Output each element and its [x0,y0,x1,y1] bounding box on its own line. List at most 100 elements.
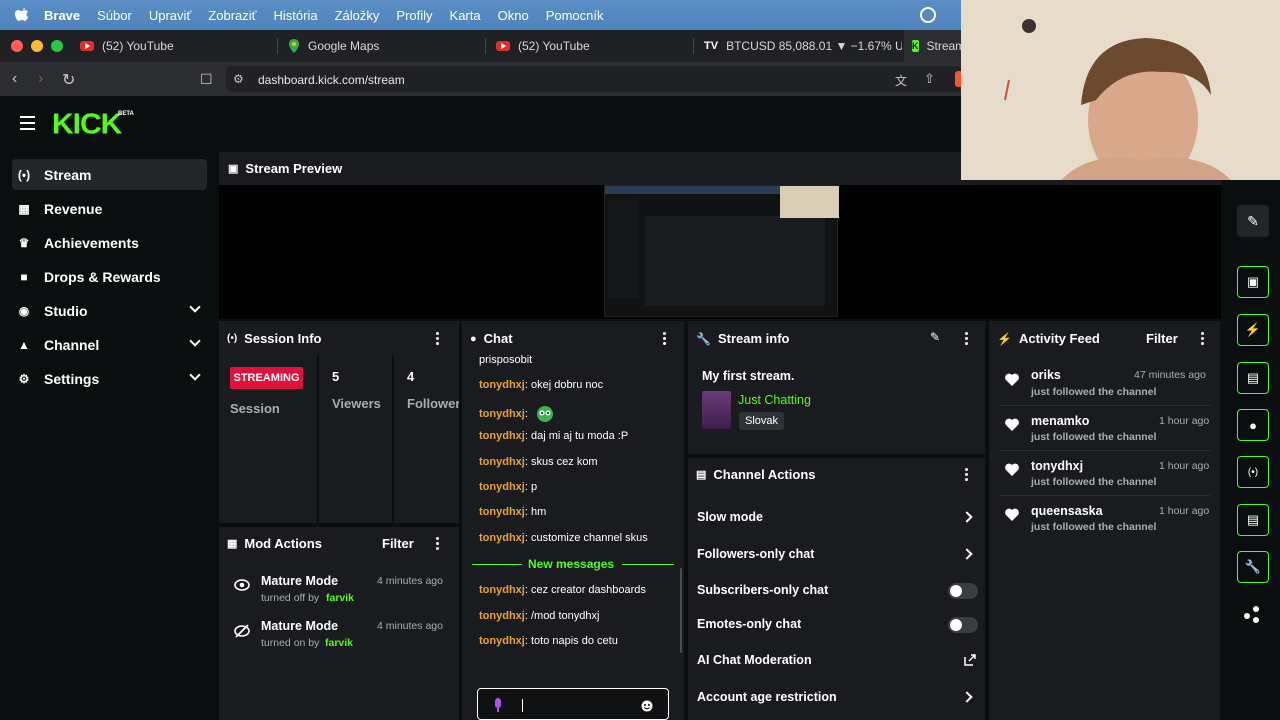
activity-username[interactable]: oriks [1031,368,1061,382]
activity-toggle-button[interactable]: ⚡ [1237,314,1269,346]
chat-username[interactable]: tonydhxj [479,584,525,596]
action-label: Slow mode [697,510,763,524]
chat-input[interactable] [477,688,669,720]
emotes-only-chat-row: Emotes-only chat [697,617,979,631]
activity-username[interactable]: queensaska [1031,504,1103,518]
hamburger-menu-icon[interactable] [20,116,35,134]
category-link[interactable]: Just Chatting [738,393,811,407]
account-age-restriction-row[interactable]: Account age restriction [697,690,979,704]
sidebar-item-revenue[interactable]: ▦ Revenue [12,193,207,224]
menu-file[interactable]: Súbor [97,8,132,23]
sidebar-item-studio[interactable]: ◉ Studio [12,295,207,326]
subscribers-only-toggle[interactable] [948,583,978,599]
edit-layout-pencil-icon[interactable]: ✎ [1237,205,1269,237]
tab-google-maps[interactable]: Google Maps [280,30,486,62]
text-cursor [522,699,523,712]
chat-username[interactable]: tonydhxj [479,610,525,622]
chat-username[interactable]: tonydhxj [479,456,525,468]
window-zoom-button[interactable] [51,40,63,52]
chat-toggle-button[interactable]: ● [1237,409,1269,441]
stream-info-toggle-button[interactable]: 🔧 [1237,551,1269,583]
menu-help[interactable]: Pomocník [546,8,604,23]
chat-username[interactable]: tonydhxj [479,532,525,544]
action-label: Emotes-only chat [697,617,802,631]
menu-tab[interactable]: Karta [450,8,481,23]
activity-filter-button[interactable]: Filter [1146,331,1178,346]
share-icon[interactable]: ⇧ [924,71,935,87]
activity-username[interactable]: menamko [1031,414,1089,428]
tab-kick-stream[interactable]: K Stream [904,30,962,62]
sidebar-item-achievements[interactable]: ♛ Achievements [12,227,207,258]
microphone-icon[interactable] [493,698,503,712]
tab-tradingview[interactable]: TV BTCUSD 85,088.01 ▼ −1.67% Unn [696,30,902,62]
preview-toggle-button[interactable]: ▣ [1237,266,1269,298]
chat-username[interactable]: tonydhxj [479,635,525,647]
slow-mode-row[interactable]: Slow mode [697,510,979,524]
menu-window[interactable]: Okno [498,8,529,23]
sidebar-item-label: Drops & Rewards [44,268,161,285]
back-icon[interactable]: ‹ [12,70,17,88]
window-minimize-button[interactable] [31,40,43,52]
chat-message: tonydhxj: cez creator dashboards [479,584,646,596]
sidebar-item-channel[interactable]: ▲ Channel [12,329,207,360]
url-text[interactable]: dashboard.kick.com/stream [258,73,405,87]
menu-view[interactable]: Zobraziť [208,8,256,23]
new-messages-label[interactable]: New messages [528,557,614,571]
preview-video-sidebar [608,198,638,298]
menu-history[interactable]: História [274,8,318,23]
followers-only-chat-row[interactable]: Followers-only chat [697,547,979,561]
sidebar-item-settings[interactable]: ⚙ Settings [12,363,207,394]
tab-youtube-2[interactable]: (52) YouTube [488,30,694,62]
forward-icon[interactable]: › [38,70,43,88]
chat-username[interactable]: tonydhxj [479,379,525,391]
menu-bookmarks[interactable]: Záložky [335,8,380,23]
sidebar-item-drops-rewards[interactable]: ■ Drops & Rewards [12,261,207,292]
edit-pencil-icon[interactable]: ✎ [930,330,940,344]
channel-actions-menu-icon[interactable] [965,468,968,483]
divider [392,355,394,523]
chat-menu-icon[interactable] [663,332,666,347]
sidebar-item-stream[interactable]: (•) Stream [12,159,207,190]
chat-username[interactable]: tonydhxj [479,506,525,518]
mod-actions-filter-button[interactable]: Filter [382,536,414,551]
kick-logo[interactable]: KICK [52,109,122,141]
sidebar-item-label: Channel [44,336,100,353]
mod-actions-toggle-button[interactable]: ▤ [1237,362,1269,394]
menu-app-name[interactable]: Brave [44,8,80,23]
activity-username[interactable]: tonydhxj [1031,459,1083,473]
mod-action-user[interactable]: farvik [326,592,354,604]
chat-scrollbar[interactable] [680,568,682,653]
activity-menu-icon[interactable] [1201,332,1204,347]
ai-chat-moderation-row[interactable]: AI Chat Moderation [697,653,979,667]
chat-username[interactable]: tonydhxj [479,408,525,420]
menu-profiles[interactable]: Profily [396,8,432,23]
category-thumbnail[interactable] [702,391,731,429]
window-close-button[interactable] [11,40,23,52]
chat-text: skus cez kom [530,456,598,468]
emoji-picker-icon[interactable] [641,700,653,712]
tab-youtube-1[interactable]: (52) YouTube [72,30,278,62]
chevron-down-icon[interactable] [189,335,201,347]
stream-preview-video[interactable] [604,185,839,317]
chat-username[interactable]: tonydhxj [479,481,525,493]
channel-actions-toggle-button[interactable]: ▤ [1237,504,1269,536]
session-info-menu-icon[interactable] [436,332,439,347]
chevron-down-icon[interactable] [189,369,201,381]
bookmark-icon[interactable]: ☐ [200,71,213,88]
chat-username[interactable]: tonydhxj [479,430,525,442]
session-info-panel [219,321,459,523]
session-toggle-button[interactable]: (•) [1237,456,1269,488]
site-settings-icon[interactable]: ⚙ [233,72,244,86]
translate-icon[interactable]: 文 [895,72,907,89]
chevron-down-icon[interactable] [189,301,201,313]
mod-actions-menu-icon[interactable] [436,537,439,552]
reload-icon[interactable]: ↻ [62,70,75,90]
apple-logo-icon[interactable] [14,7,30,23]
stream-info-menu-icon[interactable] [965,332,968,347]
mod-action-user[interactable]: farvik [325,637,353,649]
add-widget-icon[interactable] [1244,606,1262,624]
tray-status-icon[interactable] [920,7,936,23]
menu-edit[interactable]: Upraviť [149,8,191,23]
emotes-only-toggle[interactable] [948,617,978,633]
external-link-icon[interactable] [964,654,976,666]
